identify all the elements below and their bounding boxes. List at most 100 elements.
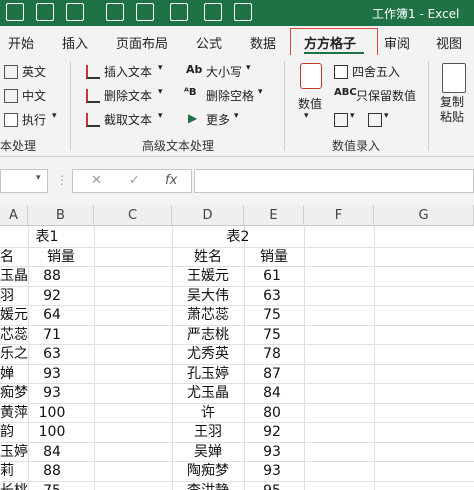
tab-view[interactable]: 视图 [436, 33, 462, 52]
table1-sales-cell[interactable]: 93 [28, 383, 76, 403]
table1-sales-cell[interactable]: 64 [28, 305, 76, 325]
remove-space-button[interactable]: 删除空格 [206, 87, 254, 104]
table2-header-name[interactable]: 姓名 [172, 247, 244, 267]
table2-name-cell[interactable]: 王媛元 [172, 266, 244, 286]
table2-name-cell[interactable]: 吴婵 [172, 442, 244, 462]
table1-header-name[interactable]: 名 [0, 247, 28, 267]
table1-name-cell[interactable]: 玉婷 [0, 442, 28, 462]
name-box-dropdown-icon[interactable]: ▾ [36, 173, 41, 183]
filter-icon[interactable] [234, 3, 252, 21]
table2-name-cell[interactable]: 严志桃 [172, 325, 244, 345]
table2-name-cell[interactable]: 吴大伟 [172, 286, 244, 306]
table1-name-cell[interactable]: 芯蕊 [0, 325, 28, 345]
more-button[interactable]: 更多 [206, 111, 230, 128]
insert-text-dropdown-icon[interactable]: ▾ [158, 63, 163, 73]
execute-dropdown-icon[interactable]: ▾ [52, 111, 57, 121]
formula-input[interactable] [194, 169, 474, 193]
table2-sales-cell[interactable]: 95 [244, 481, 300, 490]
more-dropdown-icon[interactable]: ▾ [234, 111, 239, 121]
tab-page-layout[interactable]: 页面布局 [116, 33, 168, 52]
save-icon[interactable] [36, 3, 54, 21]
column-header-e[interactable]: E [244, 205, 304, 226]
number-extra2-icon[interactable] [368, 113, 382, 127]
column-header-f[interactable]: F [304, 205, 374, 226]
table2-sales-cell[interactable]: 93 [244, 461, 300, 481]
column-header-g[interactable]: G [374, 205, 474, 226]
table1-name-cell[interactable]: 乐之 [0, 344, 28, 364]
extract-text-dropdown-icon[interactable]: ▾ [158, 111, 163, 121]
chart-icon[interactable] [106, 3, 124, 21]
confirm-icon[interactable]: ✓ [129, 173, 140, 188]
table1-sales-cell[interactable]: 75 [28, 481, 76, 490]
table2-name-cell[interactable]: 王羽 [172, 422, 244, 442]
table2-sales-cell[interactable]: 80 [244, 403, 300, 423]
tab-insert[interactable]: 插入 [62, 33, 88, 52]
number-extra-dropdown-icon[interactable]: ▾ [350, 111, 355, 121]
table2-name-cell[interactable]: 许 [172, 403, 244, 423]
table1-header-sales[interactable]: 销量 [28, 247, 94, 267]
keep-number-button[interactable]: 只保留数值 [356, 87, 416, 104]
table2-name-cell[interactable]: 李洪静 [172, 481, 244, 490]
table2-sales-cell[interactable]: 75 [244, 325, 300, 345]
table2-sales-cell[interactable]: 92 [244, 422, 300, 442]
table1-sales-cell[interactable]: 100 [28, 422, 76, 442]
table1-title[interactable]: 表1 [0, 227, 94, 247]
column-header-b[interactable]: B [28, 205, 94, 226]
delete-text-button[interactable]: 删除文本 [104, 87, 152, 104]
table2-title[interactable]: 表2 [172, 227, 304, 247]
table2-sales-cell[interactable]: 84 [244, 383, 300, 403]
table1-sales-cell[interactable]: 88 [28, 266, 76, 286]
table2-name-cell[interactable]: 孔玉婷 [172, 364, 244, 384]
autosave-icon[interactable] [6, 3, 24, 21]
table2-sales-cell[interactable]: 61 [244, 266, 300, 286]
table1-sales-cell[interactable]: 100 [28, 403, 76, 423]
table1-sales-cell[interactable]: 88 [28, 461, 76, 481]
delete-text-dropdown-icon[interactable]: ▾ [158, 87, 163, 97]
table2-header-sales[interactable]: 销量 [244, 247, 304, 267]
tab-data[interactable]: 数据 [250, 33, 276, 52]
table2-name-cell[interactable]: 尤玉晶 [172, 383, 244, 403]
checkbox-chinese[interactable] [4, 89, 18, 103]
tab-home[interactable]: 开始 [8, 33, 34, 52]
insert-text-button[interactable]: 插入文本 [104, 63, 152, 80]
number-button[interactable]: 数值 [298, 95, 322, 112]
table1-sales-cell[interactable]: 84 [28, 442, 76, 462]
table2-sales-cell[interactable]: 63 [244, 286, 300, 306]
table1-name-cell[interactable]: 长桃 [0, 481, 28, 490]
column-header-a[interactable]: A [0, 205, 28, 226]
table2-name-cell[interactable]: 陶痴梦 [172, 461, 244, 481]
number-extra-icon[interactable] [334, 113, 348, 127]
extract-text-button[interactable]: 截取文本 [104, 111, 152, 128]
column-header-c[interactable]: C [94, 205, 172, 226]
table1-name-cell[interactable]: 玉晶 [0, 266, 28, 286]
copy-paste-button[interactable]: 复制粘贴 [440, 95, 474, 125]
table1-name-cell[interactable]: 媛元 [0, 305, 28, 325]
table2-sales-cell[interactable]: 78 [244, 344, 300, 364]
table1-sales-cell[interactable]: 71 [28, 325, 76, 345]
table1-name-cell[interactable]: 韵 [0, 422, 28, 442]
table2-sales-cell[interactable]: 75 [244, 305, 300, 325]
execute-button[interactable]: 执行 [22, 111, 46, 128]
table1-name-cell[interactable]: 羽 [0, 286, 28, 306]
case-button[interactable]: 大小写 [206, 63, 242, 80]
undo-icon[interactable] [66, 3, 84, 21]
table1-sales-cell[interactable]: 93 [28, 364, 76, 384]
tab-review[interactable]: 审阅 [384, 33, 410, 52]
column-header-d[interactable]: D [172, 205, 244, 226]
table2-name-cell[interactable]: 尤秀英 [172, 344, 244, 364]
tab-formulas[interactable]: 公式 [196, 33, 222, 52]
round-button[interactable]: 四舍五入 [352, 63, 400, 80]
table1-sales-cell[interactable]: 63 [28, 344, 76, 364]
table-icon[interactable] [136, 3, 154, 21]
case-dropdown-icon[interactable]: ▾ [246, 63, 251, 73]
table2-name-cell[interactable]: 萧芯蕊 [172, 305, 244, 325]
table2-sales-cell[interactable]: 87 [244, 364, 300, 384]
table1-name-cell[interactable]: 莉 [0, 461, 28, 481]
remove-space-dropdown-icon[interactable]: ▾ [258, 87, 263, 97]
copy-icon[interactable] [170, 3, 188, 21]
table1-sales-cell[interactable]: 92 [28, 286, 76, 306]
table1-name-cell[interactable]: 痴梦 [0, 383, 28, 403]
cancel-icon[interactable]: ✕ [91, 173, 102, 188]
number-dropdown-icon[interactable]: ▾ [304, 111, 309, 121]
paste-icon[interactable] [204, 3, 222, 21]
